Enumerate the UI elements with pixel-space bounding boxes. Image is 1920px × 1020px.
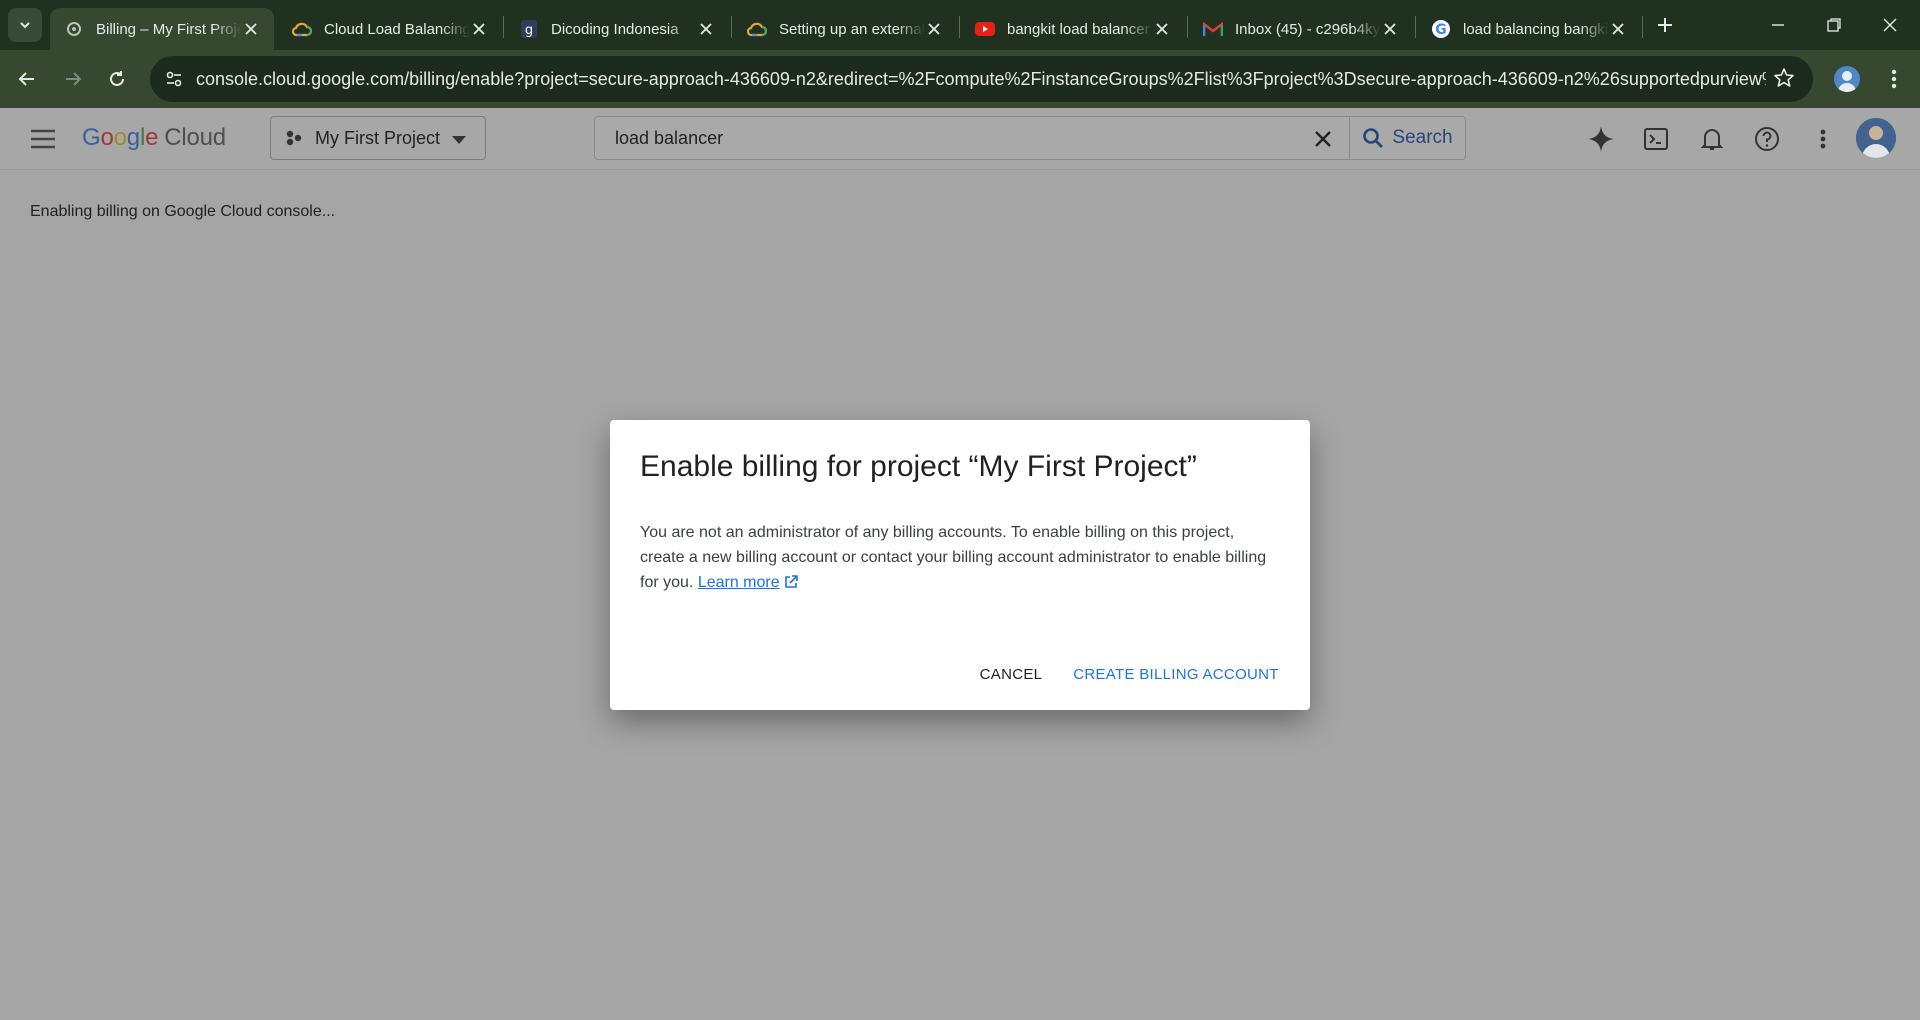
project-hub-icon [286,130,302,146]
gcp-header: Google Cloud My First Project load balanc… [0,108,1920,170]
close-tab-icon[interactable] [1609,20,1627,38]
tab-separator [959,16,960,38]
svg-text:G: G [1435,22,1447,38]
url-text: console.cloud.google.com/billing/enable?… [196,69,1766,89]
search-button[interactable]: Search [1349,117,1465,159]
tab-title: bangkit load balancer [1007,20,1150,38]
minimize-icon [1772,24,1784,26]
svg-text:g: g [525,23,533,38]
chrome-menu-button[interactable] [1880,62,1908,96]
google-cloud-favicon-icon [292,19,312,39]
search-input[interactable]: load balancer [615,128,723,149]
tab-youtube[interactable]: bangkit load balancer [961,8,1185,50]
arrow-left-icon [18,72,34,86]
help-icon [1755,127,1779,151]
cloud-shell-button[interactable] [1639,122,1673,156]
back-button[interactable] [10,62,44,96]
tab-billing[interactable]: Billing – My First Project [50,8,274,50]
tab-separator [1642,16,1643,38]
gemini-button[interactable] [1584,122,1618,156]
close-window-button[interactable] [1862,0,1918,50]
enable-billing-dialog: Enable billing for project “My First Pro… [610,420,1310,710]
close-tab-icon[interactable] [470,20,488,38]
clear-search-icon[interactable] [1311,127,1335,151]
logo-google-text: Google [82,124,159,151]
notifications-button[interactable] [1695,122,1729,156]
gemini-sparkle-icon [1588,126,1614,152]
tab-search-button[interactable] [8,8,42,42]
plus-icon [1658,18,1672,32]
reload-button[interactable] [100,62,134,96]
gmail-favicon-icon [1203,19,1223,39]
close-icon [1883,18,1897,32]
tab-separator [731,16,732,38]
gear-favicon-icon [64,19,84,39]
close-tab-icon[interactable] [697,20,715,38]
close-tab-icon[interactable] [1153,20,1171,38]
help-button[interactable] [1750,122,1784,156]
tab-gmail[interactable]: Inbox (45) - c296b4ky [1189,8,1413,50]
search-button-label: Search [1392,127,1453,148]
forward-button[interactable] [56,62,90,96]
tab-title: Cloud Load Balancing [324,20,470,38]
close-tab-icon[interactable] [1381,20,1399,38]
project-name: My First Project [315,127,441,148]
tab-title: Setting up an external [779,20,925,38]
create-billing-account-button[interactable]: CREATE BILLING ACCOUNT [1066,656,1286,692]
tab-title: Inbox (45) - c296b4ky [1235,20,1381,38]
tab-setting-up-external[interactable]: Setting up an external [733,8,957,50]
main-menu-button[interactable] [26,122,60,156]
site-info-icon[interactable] [162,67,186,91]
bookmark-star-icon[interactable] [1773,67,1797,91]
cancel-button[interactable]: CANCEL [970,656,1052,692]
dialog-body: You are not an administrator of any bill… [640,520,1280,597]
more-vert-icon [1820,129,1826,149]
tab-separator [1187,16,1188,38]
dicoding-favicon-icon: g [519,19,539,39]
tab-title: Dicoding Indonesia [551,20,679,38]
project-picker[interactable]: My First Project [270,116,486,160]
browser-tab-strip: Billing – My First Project Cloud Load Ba… [0,0,1920,50]
caret-down-icon [452,128,467,149]
google-favicon-icon: G [1431,19,1451,39]
restore-button[interactable] [1806,0,1862,50]
google-cloud-favicon-icon [747,19,767,39]
bell-icon [1701,129,1723,150]
terminal-icon [1644,128,1668,150]
chrome-profile-avatar[interactable] [1834,66,1860,92]
tab-cloud-load-balancing[interactable]: Cloud Load Balancing [278,8,502,50]
logo-cloud-text: Cloud [164,124,226,151]
billing-status-text: Enabling billing on Google Cloud console… [30,203,336,220]
restore-icon [1827,18,1841,32]
chevron-down-icon [20,22,30,29]
tab-google-search[interactable]: G load balancing bangkit [1417,8,1641,50]
minimize-button[interactable] [1750,0,1806,50]
close-tab-icon[interactable] [925,20,943,38]
tab-title: Billing – My First Project [96,20,242,38]
hamburger-menu-icon [31,129,55,149]
tab-separator [503,16,504,38]
address-bar[interactable]: console.cloud.google.com/billing/enable?… [150,56,1813,102]
tab-title: load balancing bangkit [1463,20,1609,38]
open-in-new-icon[interactable] [784,572,798,597]
tab-separator [1415,16,1416,38]
tab-dicoding[interactable]: g Dicoding Indonesia [505,8,729,50]
settings-menu-button[interactable] [1806,122,1840,156]
search-bar[interactable]: load balancer Search [594,116,1466,160]
dialog-title: Enable billing for project “My First Pro… [640,450,1197,483]
reload-icon [110,71,124,86]
close-tab-icon[interactable] [242,20,260,38]
more-vert-icon [1891,69,1897,89]
youtube-favicon-icon [975,19,995,39]
new-tab-button[interactable] [1650,10,1680,40]
arrow-right-icon [66,72,82,86]
google-cloud-logo[interactable]: Google Cloud [82,124,226,152]
search-icon [1363,128,1384,148]
learn-more-link[interactable]: Learn more [698,574,780,591]
user-avatar[interactable] [1856,118,1896,158]
